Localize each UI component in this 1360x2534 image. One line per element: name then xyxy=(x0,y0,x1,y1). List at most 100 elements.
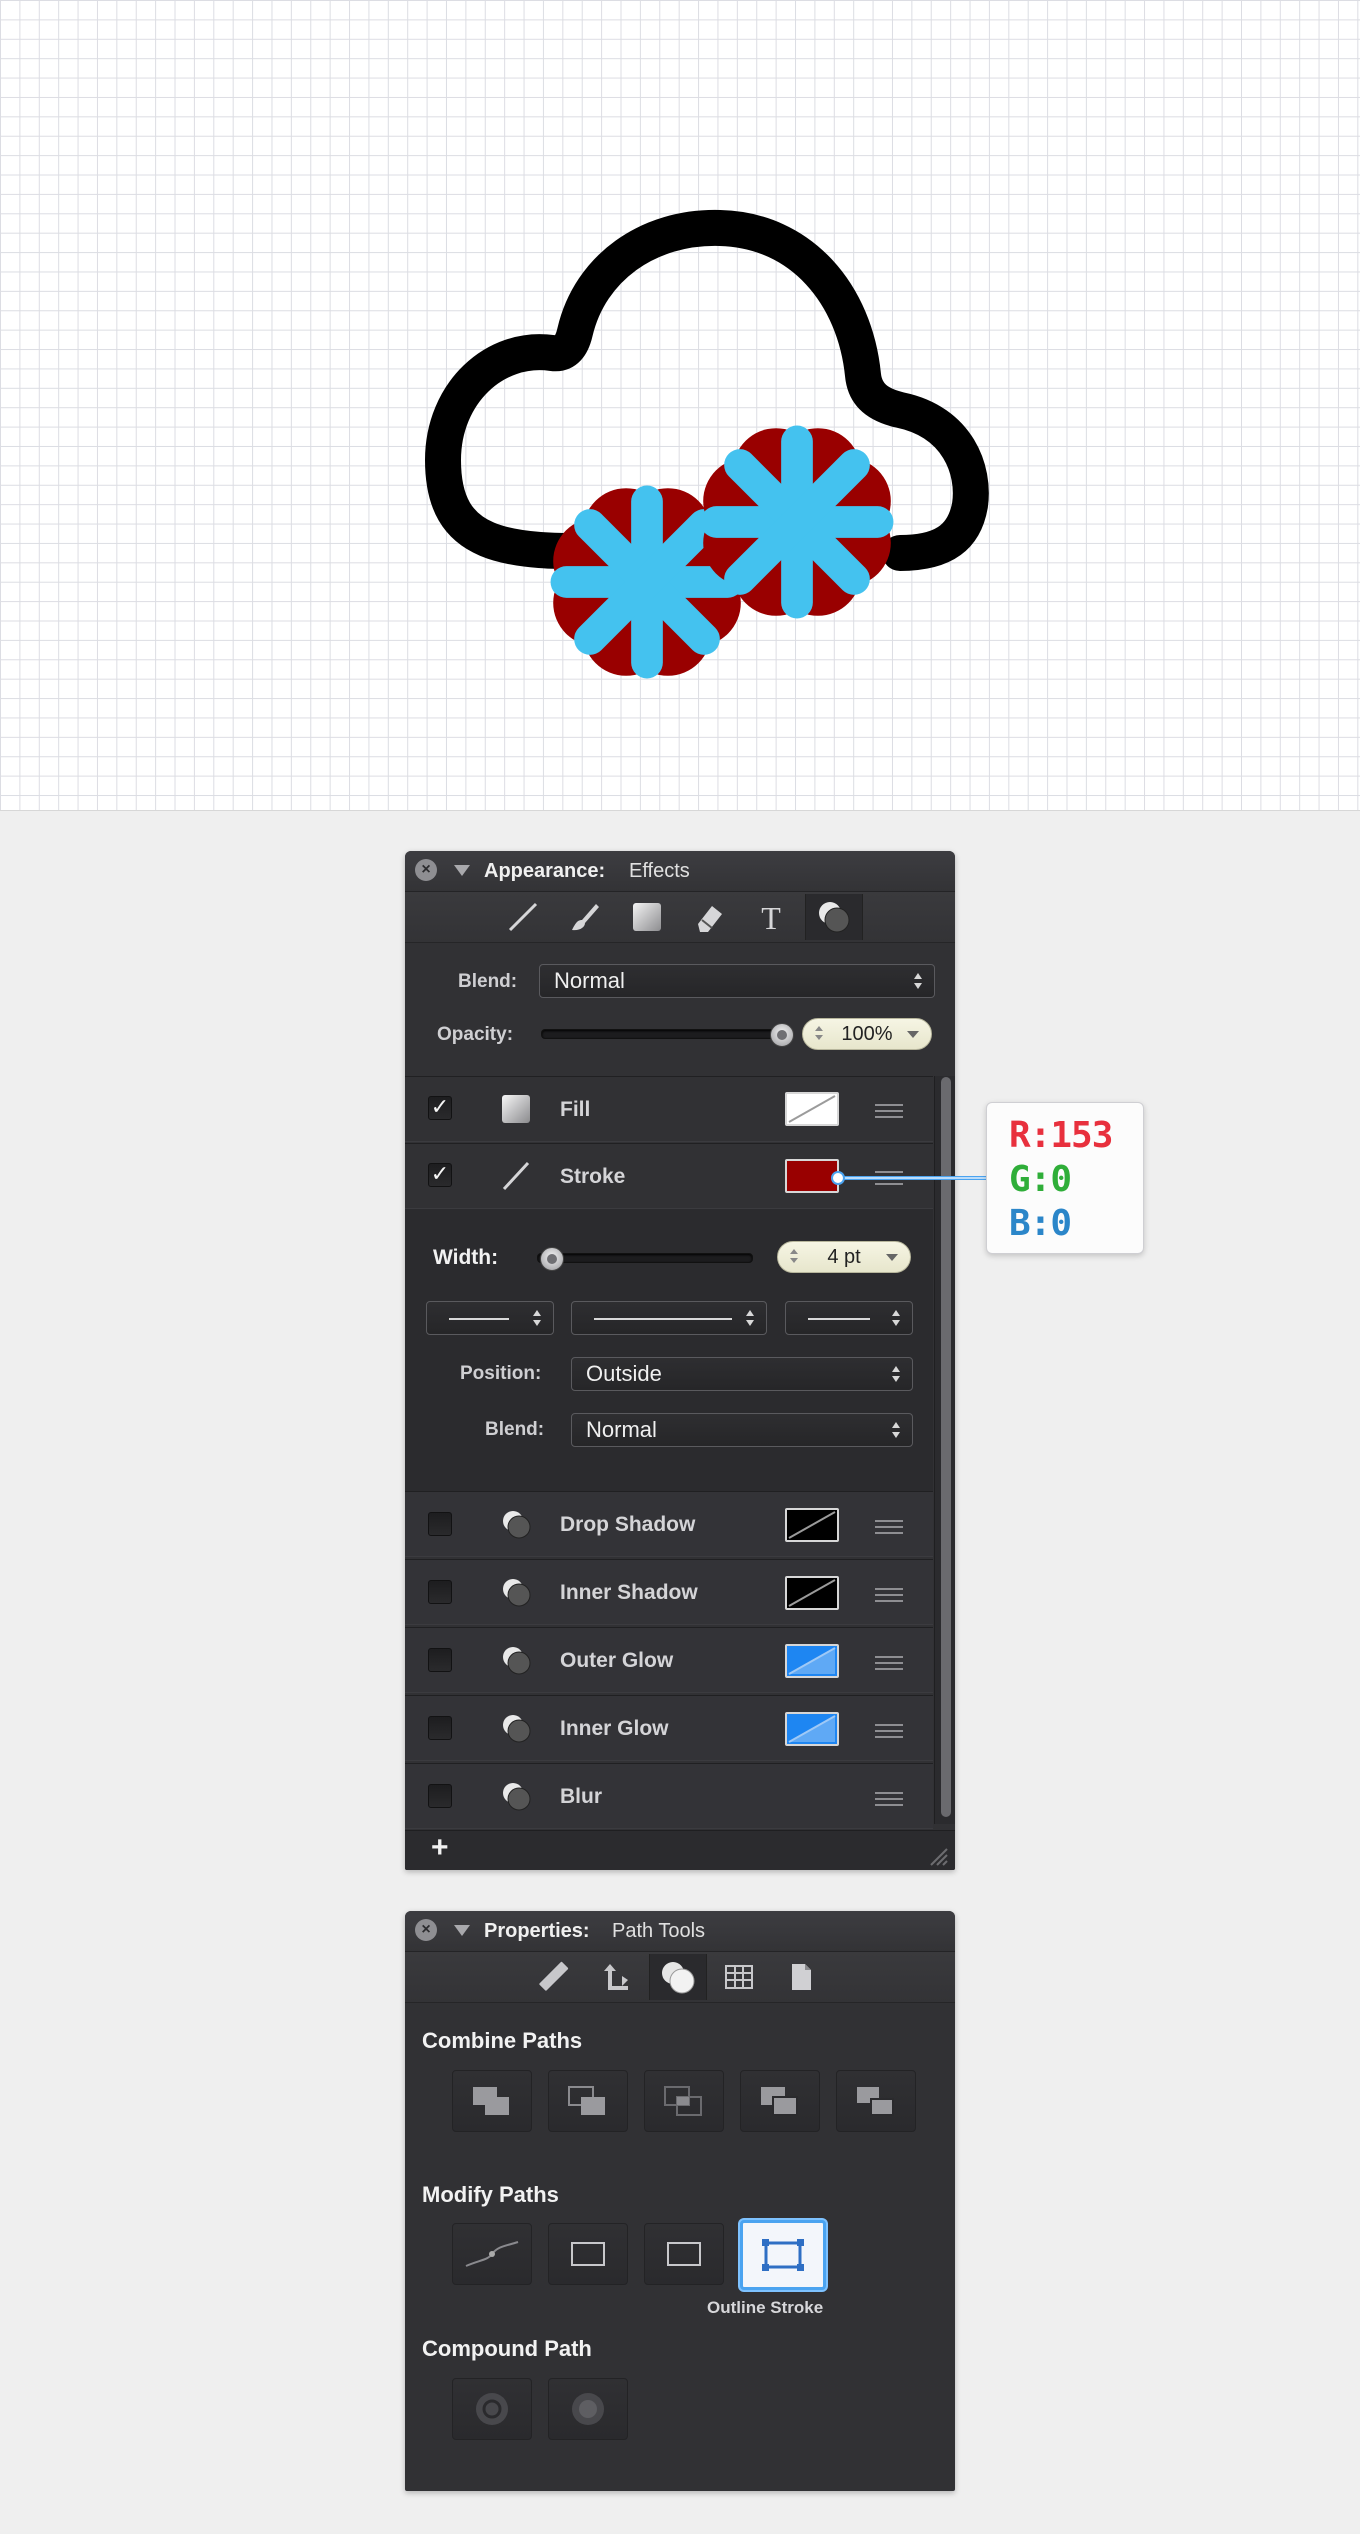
tab-eraser[interactable] xyxy=(681,894,737,940)
blue-value: B:0 xyxy=(1009,1203,1072,1244)
divide-button[interactable] xyxy=(836,2070,916,2132)
position-label: Position: xyxy=(460,1363,542,1384)
fill-icon xyxy=(633,903,661,931)
close-icon[interactable]: × xyxy=(415,1919,437,1941)
tab-ruler[interactable] xyxy=(525,1954,581,2000)
roughen-path-button[interactable] xyxy=(644,2223,724,2285)
drop-shadow-swatch[interactable] xyxy=(785,1508,839,1542)
opacity-slider[interactable] xyxy=(541,1029,783,1039)
scrollbar[interactable] xyxy=(941,1077,951,1817)
collapse-triangle-icon[interactable] xyxy=(454,1925,470,1936)
inner-shadow-swatch[interactable] xyxy=(785,1576,839,1610)
properties-titlebar[interactable]: × Properties: Path Tools xyxy=(405,1911,955,1952)
outer-glow-swatch[interactable] xyxy=(785,1644,839,1678)
drag-handle-icon[interactable] xyxy=(875,1104,903,1118)
drop-shadow-checkbox[interactable] xyxy=(428,1512,452,1536)
panel-subtitle: Path Tools xyxy=(612,1920,706,1942)
inner-glow-checkbox[interactable] xyxy=(428,1716,452,1740)
effect-row-inner-shadow[interactable]: Inner Shadow xyxy=(405,1559,933,1625)
close-icon[interactable]: × xyxy=(415,859,437,881)
release-compound-button[interactable] xyxy=(548,2378,628,2440)
width-slider[interactable] xyxy=(537,1253,753,1263)
grid-icon xyxy=(725,1965,753,1989)
opacity-stepper[interactable]: 100% xyxy=(802,1018,932,1050)
drag-handle-icon[interactable] xyxy=(875,1792,903,1806)
tab-effects[interactable] xyxy=(805,894,863,940)
blend-dropdown[interactable]: Normal xyxy=(539,964,935,998)
effect-row-drop-shadow[interactable]: Drop Shadow xyxy=(405,1491,933,1557)
inner-glow-swatch[interactable] xyxy=(785,1712,839,1746)
exclude-button[interactable] xyxy=(740,2070,820,2132)
tab-transform[interactable] xyxy=(587,1954,643,2000)
compound-path-title: Compound Path xyxy=(422,2336,592,2361)
inner-shadow-checkbox[interactable] xyxy=(428,1580,452,1604)
fill-icon xyxy=(502,1095,530,1123)
blur-checkbox[interactable] xyxy=(428,1784,452,1808)
simplify-path-button[interactable] xyxy=(452,2223,532,2285)
drag-handle-icon[interactable] xyxy=(875,1656,903,1670)
width-stepper[interactable]: 4 pt xyxy=(777,1241,911,1273)
drawing-canvas[interactable] xyxy=(0,0,1360,811)
drag-handle-icon[interactable] xyxy=(875,1588,903,1602)
appearance-tabbar: T xyxy=(405,892,955,943)
line-style-icon xyxy=(449,1318,509,1320)
fill-row[interactable]: ✓ Fill xyxy=(405,1076,933,1142)
add-effect-button[interactable]: + xyxy=(431,1831,449,1865)
opacity-slider-knob[interactable] xyxy=(770,1023,794,1047)
cloud-snow-artwork xyxy=(425,209,989,679)
stepper-arrows-icon xyxy=(790,1249,800,1265)
width-slider-knob[interactable] xyxy=(540,1247,564,1271)
stroke-checkbox[interactable]: ✓ xyxy=(428,1163,452,1187)
subtract-button[interactable] xyxy=(548,2070,628,2132)
blend-label: Blend: xyxy=(458,971,518,992)
divide-icon xyxy=(857,2087,894,2116)
end-arrow-dropdown[interactable] xyxy=(785,1301,913,1335)
tab-text[interactable]: T xyxy=(743,894,799,940)
outline-stroke-button[interactable] xyxy=(740,2220,826,2290)
svg-text:T: T xyxy=(761,900,781,934)
dash-style-dropdown[interactable] xyxy=(571,1301,767,1335)
union-icon xyxy=(473,2087,509,2115)
dropdown-arrow-icon[interactable] xyxy=(907,1031,919,1038)
color-value-callout: R:153 G:0 B:0 xyxy=(986,1102,1144,1254)
position-value: Outside xyxy=(586,1361,662,1386)
drag-handle-icon[interactable] xyxy=(875,1520,903,1534)
position-dropdown[interactable]: Outside xyxy=(571,1357,913,1391)
panel-title: Appearance: xyxy=(484,860,606,882)
stroke-blend-dropdown[interactable]: Normal xyxy=(571,1413,913,1447)
tab-line-tool[interactable] xyxy=(495,894,551,940)
red-value: R:153 xyxy=(1009,1115,1113,1156)
tab-path-tools[interactable] xyxy=(649,1954,707,2000)
resize-grip-icon[interactable] xyxy=(927,1845,949,1867)
tab-grid[interactable] xyxy=(711,1954,767,2000)
fill-checkbox[interactable]: ✓ xyxy=(428,1096,452,1120)
tab-document[interactable] xyxy=(773,1954,829,2000)
effect-icon xyxy=(503,1783,531,1811)
effect-icon xyxy=(503,1511,531,1539)
union-button[interactable] xyxy=(452,2070,532,2132)
width-label: Width: xyxy=(433,1246,499,1269)
stroke-options: Width: 4 pt Position: Outside Blend: Nor… xyxy=(405,1209,933,1492)
effect-label: Blur xyxy=(560,1785,602,1808)
exclude-icon xyxy=(761,2087,798,2116)
outer-glow-checkbox[interactable] xyxy=(428,1648,452,1672)
effect-row-inner-glow[interactable]: Inner Glow xyxy=(405,1695,933,1761)
effect-row-blur[interactable]: Blur xyxy=(405,1763,933,1829)
intersect-icon xyxy=(664,2086,702,2116)
flatten-path-button[interactable] xyxy=(548,2223,628,2285)
fill-swatch[interactable] xyxy=(785,1092,839,1126)
intersect-button[interactable] xyxy=(644,2070,724,2132)
dropdown-arrow-icon[interactable] xyxy=(886,1254,898,1261)
effect-row-outer-glow[interactable]: Outer Glow xyxy=(405,1627,933,1693)
properties-tabbar xyxy=(405,1952,955,2003)
start-arrow-dropdown[interactable] xyxy=(426,1301,554,1335)
tab-brush[interactable] xyxy=(557,894,613,940)
appearance-titlebar[interactable]: × Appearance: Effects xyxy=(405,851,955,892)
appearance-footer: + xyxy=(405,1830,955,1870)
tab-fill[interactable] xyxy=(619,894,675,940)
stroke-blend-value: Normal xyxy=(586,1417,657,1442)
line-style-icon xyxy=(808,1318,870,1320)
collapse-triangle-icon[interactable] xyxy=(454,865,470,876)
drag-handle-icon[interactable] xyxy=(875,1724,903,1738)
make-compound-button[interactable] xyxy=(452,2378,532,2440)
